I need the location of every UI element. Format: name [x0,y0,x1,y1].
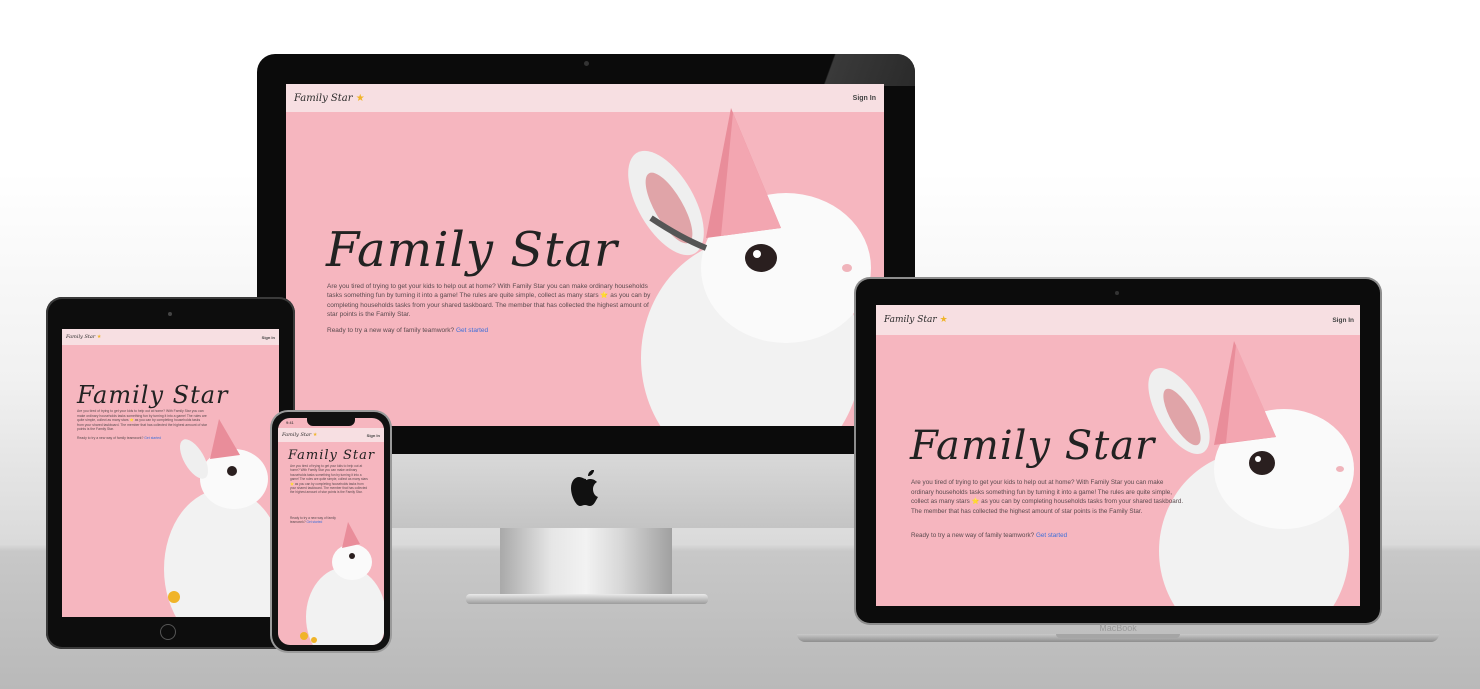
sign-in-link[interactable]: Sign In [853,95,876,102]
ipad-screen: Family Star ★ Sign In Family Star Are yo… [62,329,279,617]
cta-line: Ready to try a new way of family teamwor… [327,327,489,334]
macbook-label: MacBook [1099,623,1137,633]
imac-stand-foot [466,594,708,604]
logo[interactable]: Family Star ★ [884,315,948,325]
logo[interactable]: Family Star ★ [294,93,365,104]
ipad-camera [168,312,172,316]
hero-description: Are you tired of trying to get your kids… [327,283,651,319]
hero-title: Family Star [77,381,229,409]
apple-logo-icon [568,466,604,510]
macbook-base-notch [1056,634,1180,638]
cta-line: Ready to try a new way of family teamwor… [911,532,1068,539]
star-icon: ★ [96,334,102,340]
hero-description: Are you tired of trying to get your kids… [290,464,368,495]
hero-description: Are you tired of trying to get your kids… [77,409,207,432]
navbar: Family Star ★ Sign In [278,428,384,442]
star-icon: ★ [312,432,318,438]
bunny-image [296,522,384,645]
iphone-notch [307,418,355,426]
get-started-link[interactable]: Get started [1036,532,1067,539]
get-started-link[interactable]: Get started [306,520,322,524]
hero-title: Family Star [288,448,376,463]
get-started-link[interactable]: Get started [144,436,161,440]
imac-screen: Family Star ★ Sign In Family Star Are yo… [286,84,884,426]
get-started-link[interactable]: Get started [456,327,488,334]
imac-camera [584,61,589,66]
cta-line: Ready to try a new way of family teamwor… [290,516,336,525]
sign-in-link[interactable]: Sign In [367,433,380,438]
hero-title: Family Star [326,222,618,278]
status-time: 9:41 [286,420,294,425]
sign-in-link[interactable]: Sign In [262,335,275,340]
iphone-screen: 9:41 Family Star ★ Sign In Family Star A… [278,418,384,645]
star-icon: ★ [355,92,365,104]
hero-title: Family Star [910,423,1156,469]
navbar: Family Star ★ Sign In [62,329,279,345]
macbook-screen: Family Star ★ Sign In Family Star Are yo… [876,305,1360,606]
macbook-camera [1115,291,1119,295]
star-icon: ★ [939,315,948,325]
logo[interactable]: Family Star ★ [66,334,101,340]
bunny-image [611,108,884,426]
bunny-image [1134,341,1360,606]
bunny-image [144,419,279,617]
ipad-home-button [160,624,176,640]
hero-description: Are you tired of trying to get your kids… [911,479,1184,515]
sign-in-link[interactable]: Sign In [1332,317,1354,324]
imac-stand [500,528,672,596]
cta-line: Ready to try a new way of family teamwor… [77,436,162,440]
navbar: Family Star ★ Sign In [876,305,1360,335]
logo[interactable]: Family Star ★ [282,432,317,438]
